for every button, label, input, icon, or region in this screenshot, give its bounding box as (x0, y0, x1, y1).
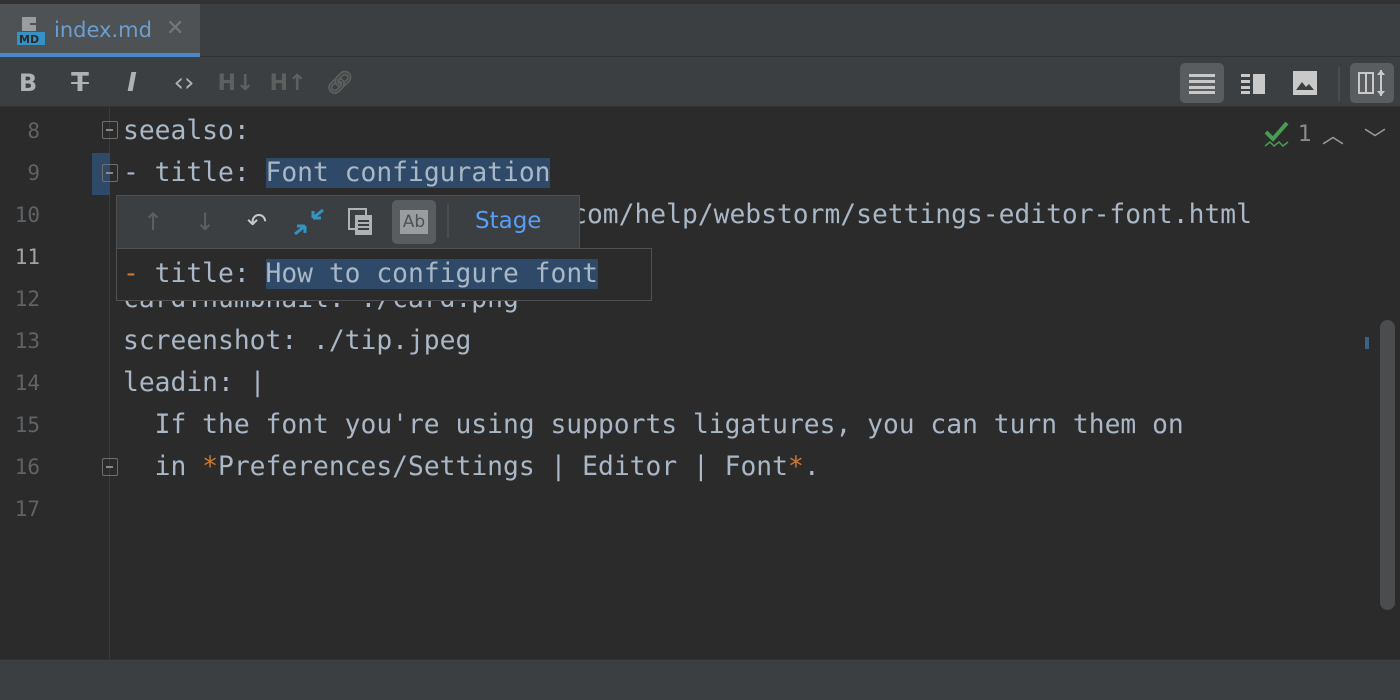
line-number: 9 (27, 161, 40, 185)
diff-arrows-icon (294, 208, 324, 236)
original-text-preview: - title: How to configure font (116, 248, 652, 301)
line-number: 13 (14, 329, 40, 353)
chevron-down-icon: ﹀ (1364, 128, 1387, 153)
popup-separator (447, 204, 449, 238)
code-line[interactable]: screenshot: ./tip.jpeg (123, 320, 471, 362)
editor-only-button[interactable] (1180, 63, 1224, 103)
tab-filename: index.md (54, 18, 152, 42)
tab-bar: MD index.md ✕ (0, 0, 1400, 57)
bold-icon: B (18, 69, 38, 97)
chevron-up-icon: ︿ (1322, 124, 1345, 149)
sync-scroll-button[interactable] (1350, 63, 1394, 103)
editor-only-icon (1189, 74, 1215, 94)
code-text: . (803, 452, 820, 482)
changed-text: Font configuration (265, 158, 551, 188)
strikethrough-icon: T (71, 68, 89, 98)
line-number: 14 (14, 371, 40, 395)
link-button[interactable]: 🔗︎ (318, 63, 362, 103)
copy-button[interactable] (343, 204, 379, 240)
check-icon (1264, 121, 1289, 148)
header-increase-button[interactable]: H↑ (266, 63, 310, 103)
next-highlighted-error-button[interactable]: ﹀ (1364, 122, 1386, 154)
emphasis-text: Preferences/Settings | Editor | Font (218, 452, 788, 482)
inspection-count: 1 (1298, 121, 1312, 147)
line-number-current: 11 (14, 245, 40, 269)
code-icon: ‹› (173, 68, 195, 98)
removed-selected-text: How to configure font (265, 259, 598, 289)
line-number: 10 (14, 203, 40, 227)
sync-scroll-icon (1358, 70, 1385, 96)
undo-icon: ↶ (246, 208, 268, 236)
header-decrease-icon: H↓ (217, 70, 255, 96)
tab-index-md[interactable]: MD index.md ✕ (0, 4, 200, 57)
fold-toggle-icon[interactable] (102, 164, 118, 182)
change-stripe-marker[interactable] (1365, 337, 1369, 349)
preview-only-icon (1293, 71, 1317, 95)
line-number: 16 (14, 455, 40, 479)
code-line[interactable]: in *Preferences/Settings | Editor | Font… (123, 446, 820, 488)
previous-change-button[interactable]: ↑ (135, 204, 171, 240)
markdown-file-icon: MD (17, 17, 45, 46)
line-number: 8 (27, 119, 40, 143)
editor-and-preview-icon (1241, 74, 1265, 94)
removed-marker: - (123, 259, 139, 289)
header-decrease-button[interactable]: H↓ (214, 63, 258, 103)
arrow-up-icon: ↑ (142, 208, 164, 236)
rollback-button[interactable]: ↶ (239, 204, 275, 240)
close-icon[interactable]: ✕ (166, 16, 184, 41)
line-number: 15 (14, 413, 40, 437)
arrow-down-icon: ↓ (194, 208, 216, 236)
highlight-words-toggle[interactable]: Ab (392, 200, 436, 244)
preview-only-button[interactable] (1284, 63, 1328, 103)
next-change-button[interactable]: ↓ (187, 204, 223, 240)
fold-toggle-icon[interactable] (102, 458, 118, 476)
copy-icon (348, 208, 372, 235)
show-diff-button[interactable] (291, 204, 327, 240)
svg-text:MD: MD (19, 33, 39, 46)
header-increase-icon: H↑ (269, 70, 307, 96)
code-line[interactable]: seealso: (123, 110, 250, 152)
previous-highlighted-error-button[interactable]: ︿ (1322, 118, 1344, 150)
code-line[interactable]: - title: Font configuration (123, 152, 551, 194)
line-number: 17 (14, 497, 40, 521)
strikethrough-button[interactable]: T (58, 63, 102, 103)
ab-icon: Ab (399, 210, 429, 234)
markdown-toolbar: B T I ‹› H↓ H↑ 🔗︎ (0, 57, 1400, 107)
link-icon: 🔗︎ (326, 70, 354, 96)
code-line[interactable]: If the font you're using supports ligatu… (123, 404, 1184, 446)
code-line[interactable]: leadin: | (123, 362, 266, 404)
bold-button[interactable]: B (6, 63, 50, 103)
code-button[interactable]: ‹› (162, 63, 206, 103)
vertical-scrollbar[interactable] (1380, 320, 1395, 610)
fold-toggle-icon[interactable] (102, 121, 118, 139)
inspections-widget[interactable]: 1 (1264, 120, 1312, 148)
italic-icon: I (127, 68, 137, 98)
stage-button[interactable]: Stage (475, 208, 541, 234)
removed-text: title: (138, 259, 266, 289)
diff-toolbar-popup: ↑ ↓ ↶ Ab Stage (116, 195, 580, 249)
status-bar (0, 659, 1400, 700)
editor-and-preview-button[interactable] (1232, 63, 1276, 103)
italic-button[interactable]: I (110, 63, 154, 103)
line-number: 12 (14, 287, 40, 311)
code-text: - title: (123, 158, 266, 188)
toolbar-separator (1338, 67, 1340, 101)
code-text: in (123, 452, 203, 482)
emphasis-marker: * (787, 452, 804, 482)
emphasis-marker: * (202, 452, 219, 482)
